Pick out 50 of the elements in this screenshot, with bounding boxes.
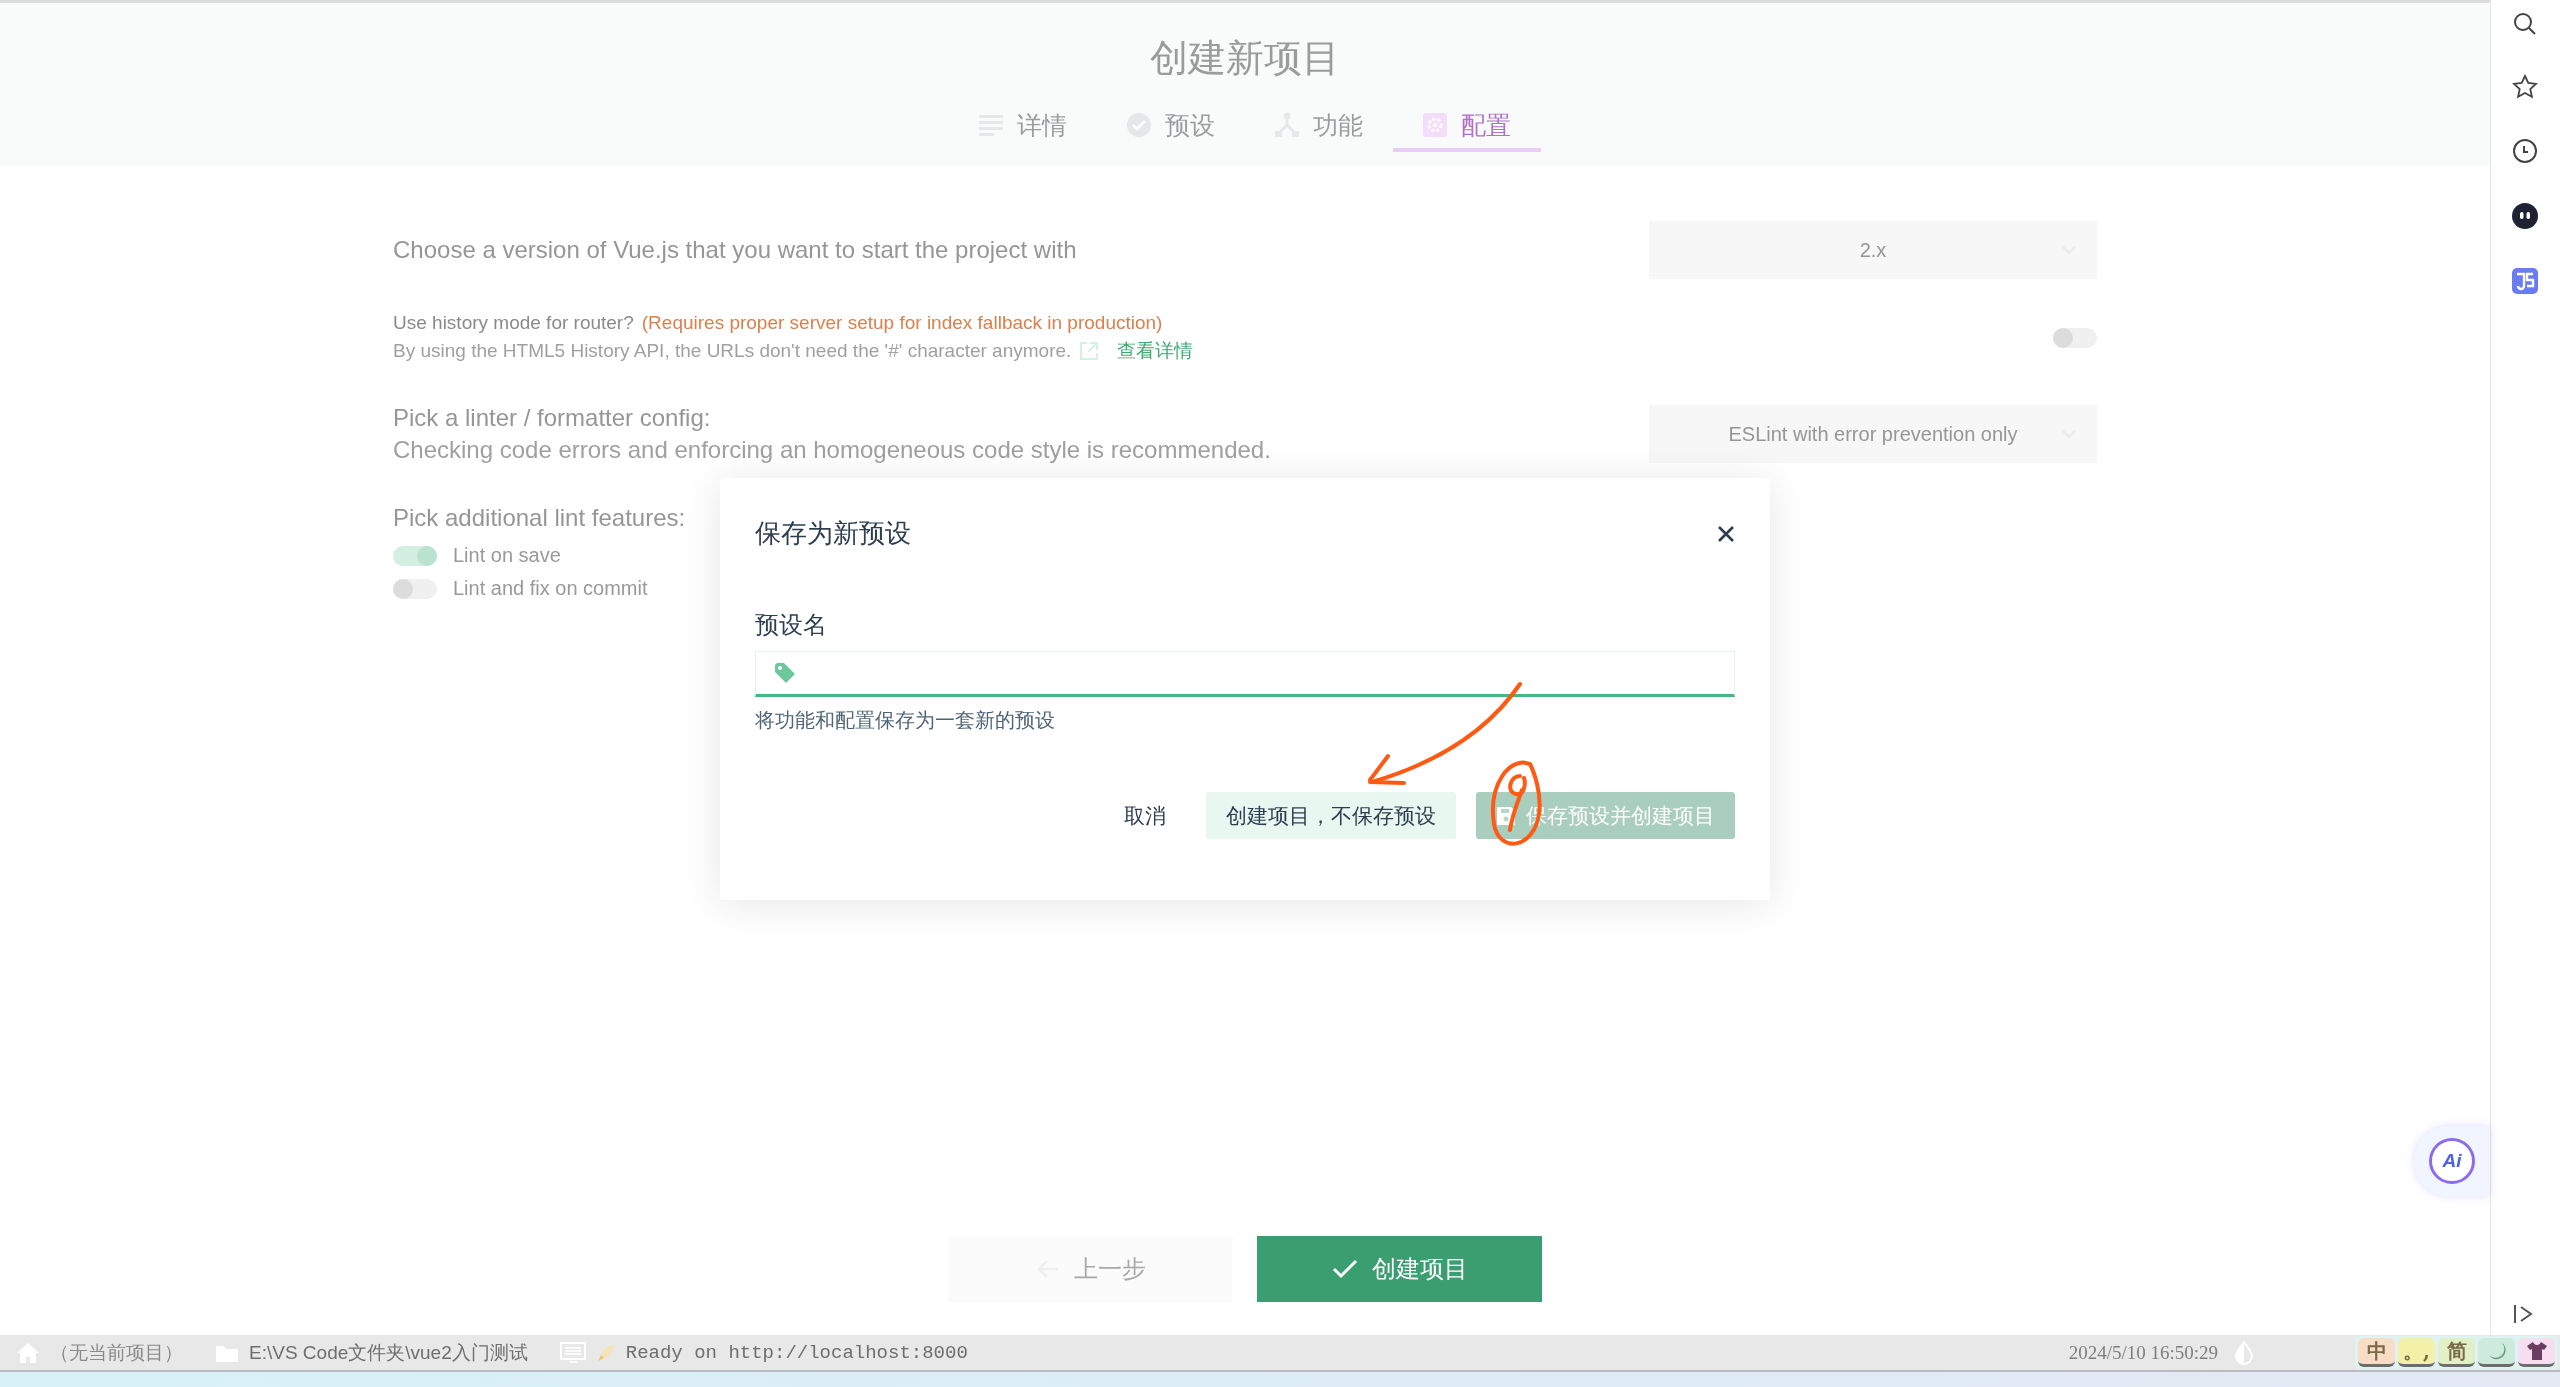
expand-icon[interactable] bbox=[2513, 1303, 2533, 1325]
star-icon[interactable] bbox=[2512, 74, 2538, 100]
folder-path: E:\VS Code文件夹\vue2入门测试 bbox=[249, 1340, 528, 1365]
clock-text: 2024/5/10 16:50:29 bbox=[2068, 1341, 2218, 1364]
option-label: Lint and fix on commit bbox=[453, 577, 648, 600]
toggle-switch[interactable] bbox=[393, 545, 437, 566]
check-circle-icon bbox=[1127, 112, 1151, 138]
create-button[interactable]: 创建项目，不保存预设 bbox=[1206, 792, 1456, 839]
setting-label: Choose a version of Vue.js that you want to start the project with bbox=[393, 236, 1077, 264]
details-link[interactable]: 查看详情 bbox=[1117, 338, 1194, 364]
dialog-title: 保存为新预设 bbox=[755, 517, 911, 550]
search-icon[interactable] bbox=[2513, 12, 2537, 36]
input-field[interactable] bbox=[755, 651, 1735, 697]
toggle-switch[interactable] bbox=[2053, 328, 2097, 348]
project-name: （无当前项目） bbox=[50, 1340, 183, 1365]
blob-icon[interactable] bbox=[2511, 202, 2539, 230]
check-icon bbox=[1331, 1259, 1358, 1279]
select-field[interactable]: ESLint with error prevention only bbox=[1649, 405, 2097, 463]
ai-assistant-button[interactable]: Ai bbox=[2414, 1126, 2490, 1196]
moon-shape bbox=[2486, 1341, 2507, 1361]
tab[interactable]: 预设 bbox=[1097, 112, 1245, 152]
field-hint: 将功能和配置保存为一套新的预设 bbox=[755, 708, 1056, 733]
tag-icon bbox=[774, 662, 796, 684]
clock-icon[interactable] bbox=[2512, 138, 2538, 164]
ime-key[interactable]: 中 bbox=[2358, 1338, 2395, 1367]
setting-label: Pick a linter / formatter config: bbox=[393, 404, 712, 432]
setting-label: Pick additional lint features: bbox=[393, 504, 686, 532]
warning-text: (Requires proper server setup for index fallback in production) bbox=[641, 312, 1163, 334]
setting-description: Checking code errors and enforcing an homogeneous code style is recommended. bbox=[393, 436, 1271, 464]
shirt-icon[interactable] bbox=[2518, 1338, 2555, 1367]
toggle-switch[interactable] bbox=[393, 578, 437, 599]
option-label: Lint on save bbox=[453, 544, 561, 567]
close-icon[interactable] bbox=[1717, 524, 1735, 543]
shirt-shape bbox=[2525, 1341, 2548, 1361]
tab[interactable]: 详情 bbox=[949, 112, 1097, 152]
select-field[interactable]: 2.x bbox=[1649, 221, 2097, 279]
cancel-button[interactable]: 取消 bbox=[1104, 792, 1186, 839]
tab[interactable]: 功能 bbox=[1245, 112, 1393, 152]
setting-description: By using the HTML5 History API, the URLs don't need the '#' character anymore. bbox=[393, 340, 1072, 362]
ime-key[interactable]: 。, bbox=[2398, 1338, 2435, 1367]
gear-icon bbox=[1423, 112, 1447, 138]
moon-icon[interactable] bbox=[2478, 1338, 2515, 1367]
log-message: Ready on http://localhost:8000 bbox=[625, 1341, 968, 1364]
page-title: 创建新项目 bbox=[1150, 36, 1340, 81]
create-button[interactable]: 创建项目 bbox=[1257, 1236, 1542, 1302]
tab[interactable]: 配置 bbox=[1393, 112, 1541, 152]
external-link-icon bbox=[1079, 341, 1100, 361]
ime-key[interactable]: 简 bbox=[2438, 1338, 2475, 1367]
setting-label: Use history mode for router? bbox=[393, 312, 634, 334]
field-label: 预设名 bbox=[755, 610, 828, 640]
